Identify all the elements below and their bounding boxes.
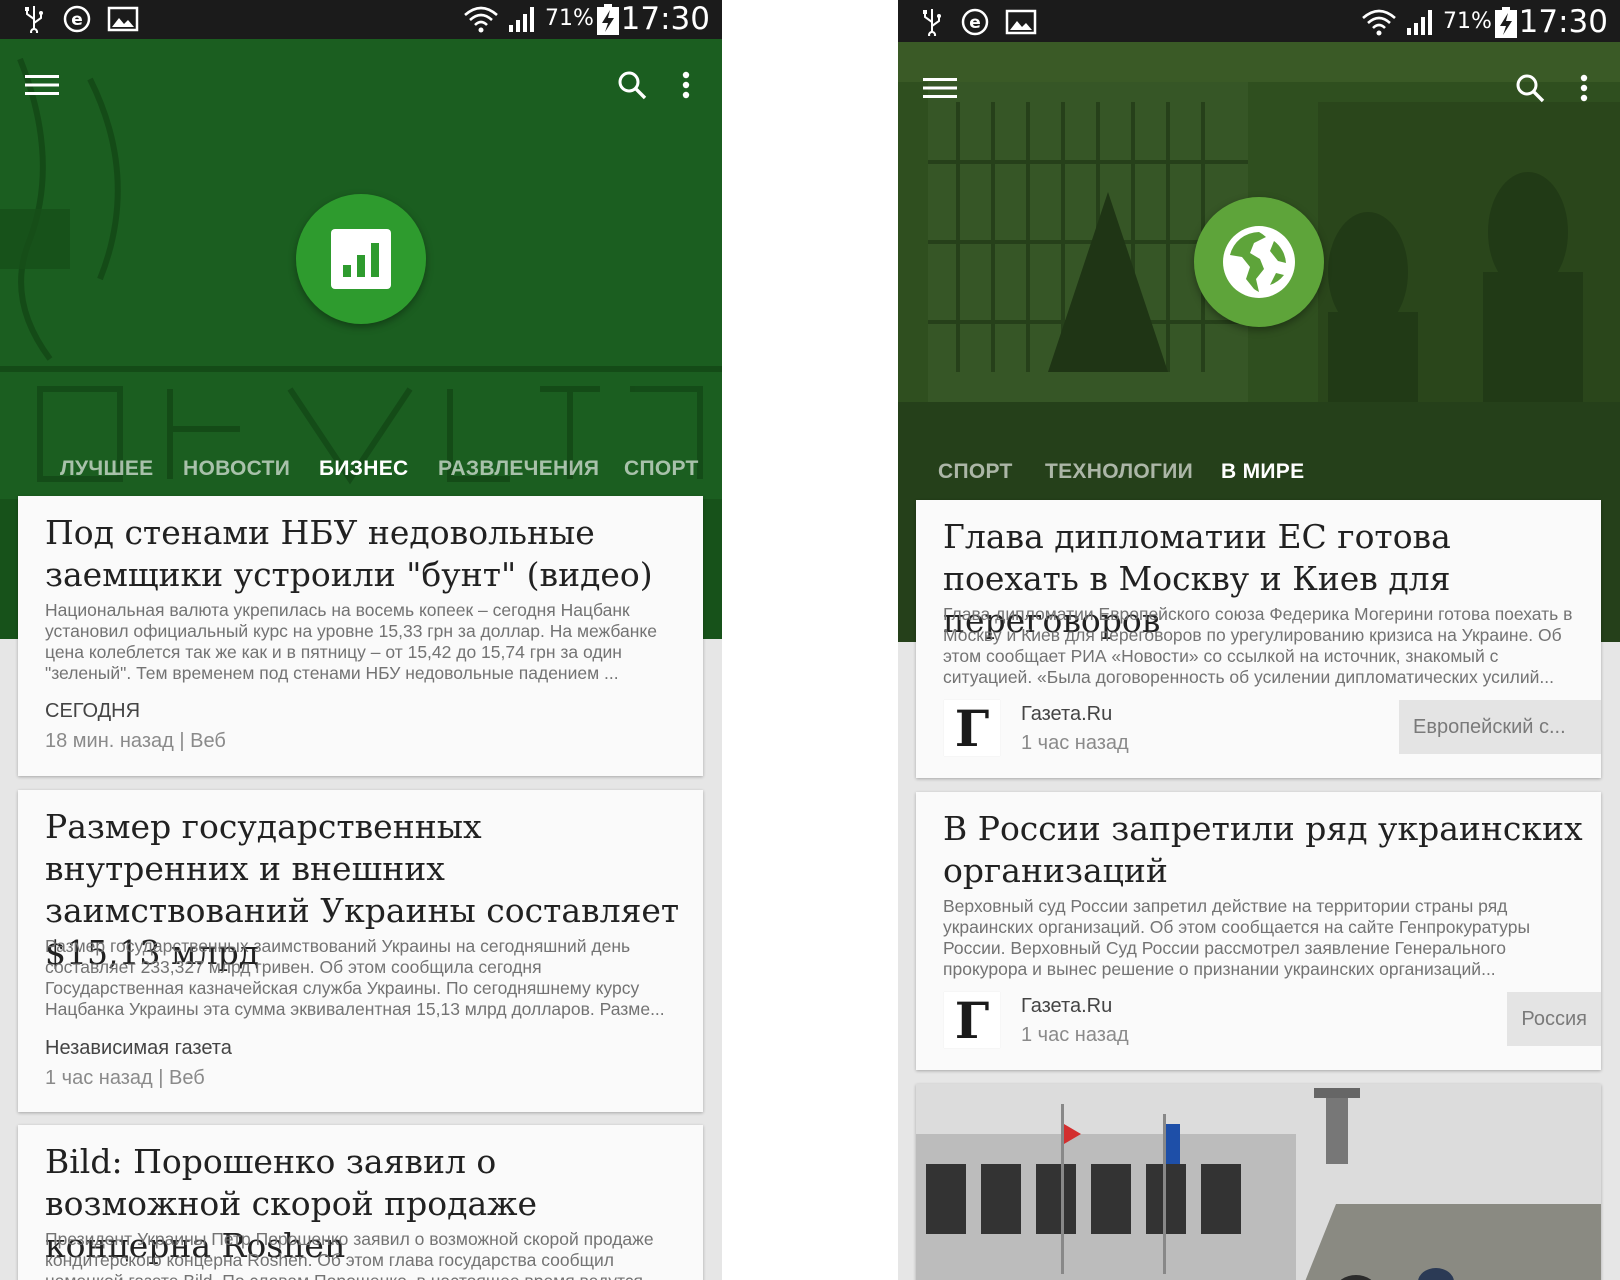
battery-charging-icon	[1495, 7, 1517, 38]
news-card[interactable]: Bild: Порошенко заявил о возможной скоро…	[18, 1125, 703, 1280]
card-source: Независимая газета	[45, 1037, 232, 1059]
globe-icon	[1223, 226, 1295, 298]
card-timestamp: 1 час назад	[1021, 1024, 1129, 1046]
topic-chip[interactable]: Европейский с...	[1399, 700, 1601, 754]
card-timestamp: 18 мин. назад | Веб	[45, 730, 226, 752]
usb-icon	[25, 6, 43, 33]
battery-percent: 71%	[545, 6, 594, 31]
card-snippet: Верховный суд России запретил действие н…	[943, 896, 1531, 979]
news-card[interactable]: Под стенами НБУ недовольные заемщики уст…	[18, 496, 703, 776]
tab-sport[interactable]: СПОРТ	[624, 457, 699, 481]
svg-text:e: e	[969, 13, 981, 33]
search-icon	[1516, 74, 1545, 103]
card-snippet: Президент Украины Петр Порошенко заявил …	[45, 1229, 654, 1280]
phone-screen-right: e 71% 17:30 СПОРТ ТЕХНОЛОГИИ В МИРЕ Глав…	[898, 0, 1620, 1280]
hamburger-menu-icon	[25, 75, 59, 95]
tab-entertainment[interactable]: РАЗВЛЕЧЕНИЯ	[438, 457, 599, 481]
section-icon-badge	[1194, 197, 1324, 327]
tab-business[interactable]: БИЗНЕС	[319, 457, 408, 481]
section-icon-badge	[296, 194, 426, 324]
card-headline[interactable]: В России запретили ряд украинских органи…	[943, 808, 1583, 892]
tab-sport[interactable]: СПОРТ	[938, 460, 1013, 484]
card-source: Газета.Ru	[1021, 995, 1113, 1017]
status-bar: e 71% 17:30	[898, 0, 1620, 42]
card-timestamp: 1 час назад	[1021, 732, 1129, 754]
tab-technology[interactable]: ТЕХНОЛОГИИ	[1045, 460, 1193, 484]
browser-notification-icon: e	[961, 8, 989, 36]
bar-chart-icon	[331, 229, 391, 289]
signal-icon	[509, 7, 534, 32]
signal-icon	[1407, 10, 1432, 35]
card-snippet: Размер государственных заимствований Укр…	[45, 936, 665, 1019]
news-card-image[interactable]	[916, 1084, 1601, 1280]
clock: 17:30	[620, 1, 710, 37]
news-card[interactable]: Глава дипломатии ЕС готова поехать в Мос…	[916, 500, 1601, 778]
more-vert-icon	[1580, 74, 1588, 102]
status-bar: e 71% 17:30	[0, 0, 722, 39]
battery-percent: 71%	[1443, 9, 1492, 34]
tab-world[interactable]: В МИРЕ	[1221, 460, 1304, 484]
browser-notification-icon: e	[63, 5, 91, 33]
search-icon	[618, 71, 647, 100]
card-timestamp: 1 час назад | Веб	[45, 1067, 205, 1089]
search-button[interactable]	[608, 61, 656, 109]
overflow-menu-button[interactable]	[662, 61, 710, 109]
topic-chip[interactable]: Россия	[1507, 992, 1601, 1046]
tab-news[interactable]: НОВОСТИ	[183, 457, 290, 481]
card-snippet: Национальная валюта укрепилась на восемь…	[45, 600, 658, 683]
phone-screen-left: e 71% 17:30 ЛУЧШЕЕ НОВОСТИ БИЗНЕС РАЗВЛЕ…	[0, 0, 722, 1280]
clock: 17:30	[1518, 4, 1608, 40]
overflow-menu-button[interactable]	[1560, 64, 1608, 112]
search-button[interactable]	[1506, 64, 1554, 112]
more-vert-icon	[682, 71, 690, 99]
card-source: СЕГОДНЯ	[45, 700, 141, 722]
gallery-icon	[107, 6, 139, 32]
news-photo	[916, 1084, 1601, 1280]
wifi-icon	[464, 6, 498, 33]
wifi-icon	[1362, 9, 1396, 36]
card-source: Газета.Ru	[1021, 703, 1113, 725]
menu-button[interactable]	[916, 64, 964, 112]
hamburger-menu-icon	[923, 78, 957, 98]
gallery-icon	[1005, 9, 1037, 35]
news-card[interactable]: В России запретили ряд украинских органи…	[916, 792, 1601, 1070]
card-headline[interactable]: Под стенами НБУ недовольные заемщики уст…	[45, 512, 685, 596]
menu-button[interactable]	[18, 61, 66, 109]
source-logo: Г	[944, 699, 1000, 758]
battery-charging-icon	[597, 4, 619, 35]
news-card[interactable]: Размер государственных внутренних и внеш…	[18, 790, 703, 1112]
svg-text:e: e	[71, 10, 83, 30]
usb-icon	[923, 9, 941, 36]
card-snippet: Глава дипломатии Европейского союза Феде…	[943, 604, 1573, 687]
tab-best[interactable]: ЛУЧШЕЕ	[60, 457, 153, 481]
source-logo: Г	[944, 991, 1000, 1050]
